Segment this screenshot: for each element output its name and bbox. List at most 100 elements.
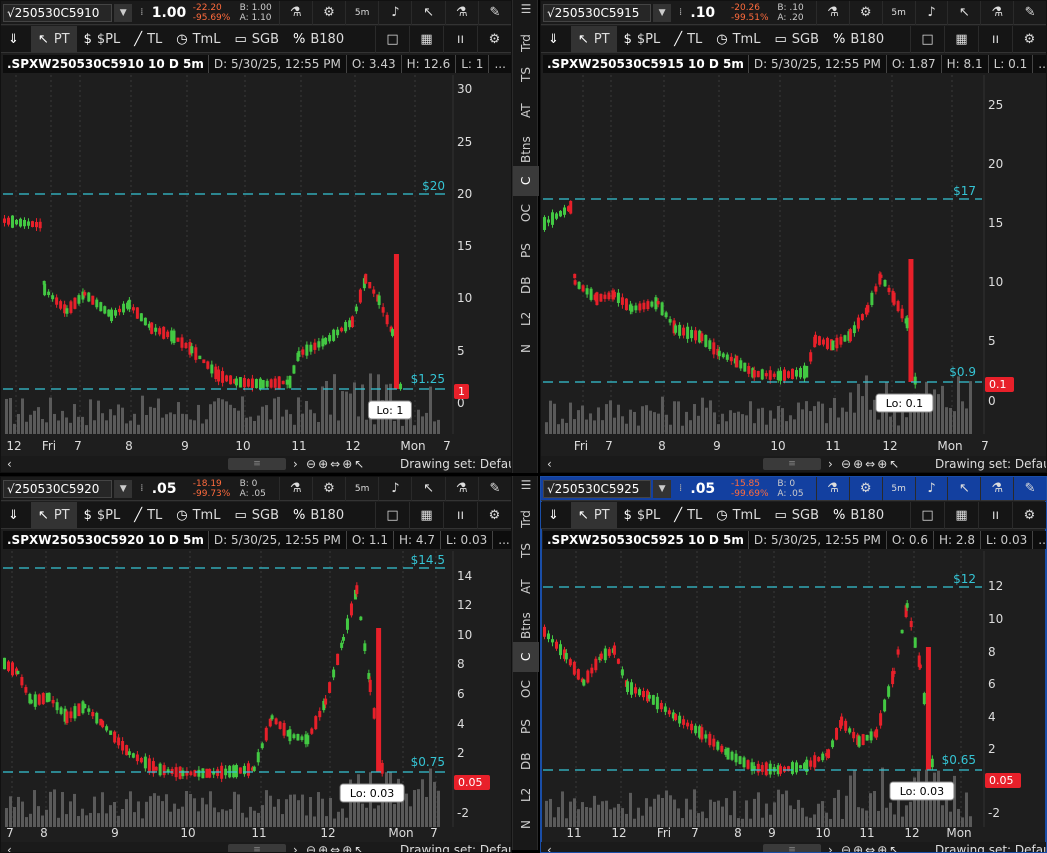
candle — [258, 378, 262, 390]
chart-symbol[interactable]: .SPXW250530C5910 10 D 5m — [3, 55, 208, 73]
cursor-icon[interactable]: ↖ — [354, 843, 364, 852]
scroll-left-icon[interactable]: ‹ — [547, 843, 552, 852]
x-tick-label: 10 — [235, 439, 250, 453]
candle — [114, 310, 118, 316]
fit-icon[interactable]: ⇔ — [330, 457, 340, 471]
crosshair-icon[interactable]: ⊕ — [877, 843, 887, 852]
candle — [551, 212, 554, 225]
side-tab-n[interactable]: N — [513, 810, 539, 840]
candle — [564, 653, 568, 660]
candle — [700, 333, 704, 342]
volume-bar — [213, 807, 216, 827]
side-tab-oc[interactable]: OC — [513, 198, 539, 228]
side-tab-ps[interactable]: PS — [513, 712, 539, 742]
volume-bar — [889, 416, 892, 434]
y-tick-label: -2 — [988, 806, 1000, 820]
drawing-set-label[interactable]: Drawing set: Default — [935, 843, 1046, 852]
scroll-right-icon[interactable]: › — [293, 843, 298, 852]
menu-icon[interactable]: ☰ — [513, 2, 539, 16]
candle — [650, 301, 654, 307]
chart-pane[interactable]: √250530C5925 ▼ ⁞ .05 -15.85 -99.69% B: 0 A: .05… — [540, 476, 1047, 853]
candle — [110, 309, 114, 322]
volume-bar — [229, 809, 232, 827]
scroll-left-icon[interactable]: ‹ — [547, 457, 552, 471]
side-tab-ts[interactable]: TS — [513, 536, 539, 566]
chart-symbol[interactable]: .SPXW250530C5915 10 D 5m — [543, 55, 748, 73]
scroll-left-icon[interactable]: ‹ — [7, 843, 12, 852]
crosshair-icon[interactable]: ⊕ — [877, 457, 887, 471]
cursor-icon[interactable]: ↖ — [889, 843, 899, 852]
zoom-out-icon[interactable]: ⊖ — [841, 457, 851, 471]
crosshair-icon[interactable]: ⊕ — [342, 457, 352, 471]
chart-pane[interactable]: √250530C5910 ▼ ⁞ 1.00 -22.20 -95.69% B: 1.00 A:… — [0, 0, 512, 473]
zoom-out-icon[interactable]: ⊖ — [306, 457, 316, 471]
scrollbar-thumb[interactable]: ≡ — [228, 844, 286, 852]
candle — [198, 355, 202, 360]
volume-bar — [165, 414, 168, 434]
chart-pane[interactable]: √250530C5915 ▼ ⁞ .10 -20.26 -99.51% B: .10 A: .… — [540, 0, 1047, 473]
fit-icon[interactable]: ⇔ — [865, 457, 875, 471]
zoom-in-icon[interactable]: ⊕ — [318, 457, 328, 471]
side-tab-c[interactable]: C — [513, 642, 539, 672]
fit-icon[interactable]: ⇔ — [865, 843, 875, 852]
side-tab-n[interactable]: N — [513, 334, 539, 364]
side-tab-btns[interactable]: Btns — [513, 130, 539, 170]
side-tab-l2[interactable]: L2 — [513, 304, 539, 334]
volume-bar — [941, 385, 944, 434]
volume-bar — [909, 801, 912, 827]
y-tick-label: 12 — [988, 579, 1003, 593]
drawing-set-label[interactable]: Drawing set: Default — [400, 457, 511, 471]
zoom-in-icon[interactable]: ⊕ — [318, 843, 328, 852]
candle — [852, 325, 856, 334]
side-tab-trd[interactable]: Trd — [513, 28, 539, 58]
candle — [193, 770, 197, 777]
side-tab-db[interactable]: DB — [513, 746, 539, 776]
drawing-set-label[interactable]: Drawing set: Default — [400, 843, 511, 852]
side-tab-btns[interactable]: Btns — [513, 606, 539, 646]
scrollbar-thumb[interactable]: ≡ — [228, 458, 286, 470]
level-label: $14.5 — [411, 553, 445, 567]
side-tab-l2[interactable]: L2 — [513, 780, 539, 810]
side-tab-trd[interactable]: Trd — [513, 504, 539, 534]
candle — [27, 221, 30, 226]
volume-bar — [305, 815, 308, 827]
zoom-out-icon[interactable]: ⊖ — [306, 843, 316, 852]
chart-symbol[interactable]: .SPXW250530C5920 10 D 5m — [3, 531, 208, 549]
scrollbar-thumb[interactable]: ≡ — [763, 458, 821, 470]
side-tab-at[interactable]: AT — [513, 96, 539, 126]
side-tab-ps[interactable]: PS — [513, 236, 539, 266]
side-tab-c[interactable]: C — [513, 166, 539, 196]
drawing-set-label[interactable]: Drawing set: Default — [935, 457, 1046, 471]
scrollbar-thumb[interactable]: ≡ — [763, 844, 821, 852]
chart-symbol[interactable]: .SPXW250530C5925 10 D 5m — [543, 531, 748, 549]
volume-bar — [749, 818, 752, 827]
candle — [282, 722, 286, 736]
crosshair-icon[interactable]: ⊕ — [342, 843, 352, 852]
volume-bar — [429, 768, 432, 827]
zoom-out-icon[interactable]: ⊖ — [841, 843, 851, 852]
zoom-in-icon[interactable]: ⊕ — [853, 457, 863, 471]
side-tab-db[interactable]: DB — [513, 270, 539, 300]
scroll-left-icon[interactable]: ‹ — [7, 457, 12, 471]
volume-bar — [349, 393, 352, 434]
side-tab-at[interactable]: AT — [513, 572, 539, 602]
scroll-right-icon[interactable]: › — [293, 457, 298, 471]
cursor-icon[interactable]: ↖ — [354, 457, 364, 471]
candle — [189, 771, 193, 776]
zoom-in-icon[interactable]: ⊕ — [853, 843, 863, 852]
chart-pane[interactable]: √250530C5920 ▼ ⁞ .05 -18.19 -99.73% B: 0 A: .05… — [0, 476, 512, 853]
side-tab-oc[interactable]: OC — [513, 674, 539, 704]
volume-bar — [685, 411, 688, 434]
volume-bar — [201, 797, 204, 827]
menu-icon[interactable]: ☰ — [513, 478, 539, 492]
cursor-icon[interactable]: ↖ — [889, 457, 899, 471]
scroll-right-icon[interactable]: › — [828, 843, 833, 852]
candle — [634, 687, 638, 694]
scroll-right-icon[interactable]: › — [828, 457, 833, 471]
side-tab-ts[interactable]: TS — [513, 60, 539, 90]
volume-bar — [797, 799, 800, 827]
candle — [385, 314, 389, 325]
volume-bar — [161, 417, 164, 434]
volume-bar — [633, 818, 636, 827]
fit-icon[interactable]: ⇔ — [330, 843, 340, 852]
